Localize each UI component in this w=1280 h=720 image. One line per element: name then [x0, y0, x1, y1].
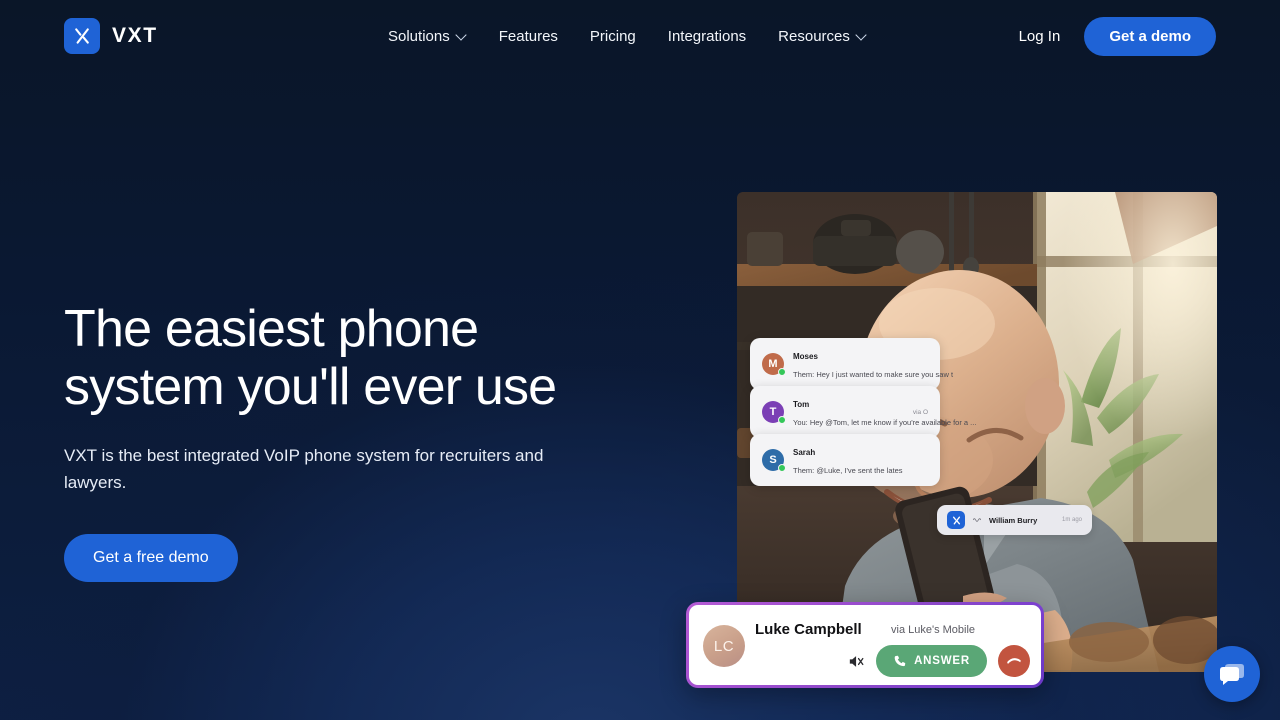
caller-via-label: via Luke's Mobile: [891, 624, 976, 636]
chat-message-preview: You: Hey @Tom, let me know if you're ava…: [793, 418, 977, 427]
incoming-call-body: LC Luke Campbell via Luke's Mobile ANSWE…: [689, 605, 1041, 685]
chevron-down-icon: [857, 30, 867, 40]
main-navigation: Solutions Features Pricing Integrations …: [388, 0, 883, 72]
chat-message-preview: Them: @Luke, I've sent the lates: [793, 466, 903, 475]
chat-text: Moses Them: Hey I just wanted to make su…: [793, 346, 953, 382]
x-logo-icon: [947, 511, 965, 529]
chat-preview-card[interactable]: T Tom You: Hey @Tom, let me know if you'…: [750, 386, 976, 438]
avatar-initial: T: [769, 406, 777, 418]
call-action-buttons: ANSWER: [847, 645, 1030, 677]
chat-preview-card[interactable]: S Sarah Them: @Luke, I've sent the lates: [750, 434, 940, 486]
notification-card[interactable]: William Burry 1m ago: [937, 505, 1092, 535]
brand-name: VXT: [112, 24, 158, 47]
chat-channel-meta: via O: [912, 408, 928, 416]
phone-icon: [894, 655, 906, 667]
chevron-down-icon: [457, 30, 467, 40]
chat-text: Sarah Them: @Luke, I've sent the lates: [793, 442, 928, 478]
wave-icon: [973, 518, 981, 522]
caller-name: Luke Campbell: [755, 621, 862, 638]
nav-item-features[interactable]: Features: [483, 20, 574, 53]
nav-label: Integrations: [667, 27, 747, 45]
nav-label: Solutions: [388, 27, 450, 45]
chat-text: Tom You: Hey @Tom, let me know if you're…: [793, 394, 976, 430]
chat-contact-name: Moses: [793, 352, 818, 361]
chat-contact-name: Tom: [793, 400, 810, 409]
get-a-free-demo-button[interactable]: Get a free demo: [64, 534, 238, 582]
chat-contact-name: Sarah: [793, 448, 816, 457]
avatar-initials: LC: [713, 637, 735, 655]
chat-message-preview: Them: Hey I just wanted to make sure you…: [793, 370, 954, 379]
phone-hangup-icon: [1007, 658, 1021, 665]
nav-label: Features: [498, 27, 558, 45]
incoming-call-card: LC Luke Campbell via Luke's Mobile ANSWE…: [686, 602, 1044, 688]
avatar-initial: M: [768, 358, 778, 370]
nav-item-solutions[interactable]: Solutions: [388, 20, 483, 53]
header-actions: Log In Get a demo: [1019, 0, 1216, 72]
answer-call-button[interactable]: ANSWER: [876, 645, 987, 677]
login-link[interactable]: Log In: [1019, 28, 1061, 45]
brand-logo-link[interactable]: VXT: [64, 18, 158, 54]
nav-item-integrations[interactable]: Integrations: [652, 20, 762, 53]
page-title: The easiest phone system you'll ever use: [64, 300, 557, 416]
nav-label: Pricing: [589, 27, 636, 45]
chat-preview-card[interactable]: M Moses Them: Hey I just wanted to make …: [750, 338, 953, 390]
online-status-dot: [778, 464, 786, 472]
decline-call-button[interactable]: [998, 645, 1030, 677]
answer-label: ANSWER: [914, 655, 970, 667]
mute-icon[interactable]: [847, 652, 865, 670]
caller-avatar: LC: [703, 625, 745, 667]
get-a-demo-button[interactable]: Get a demo: [1084, 16, 1216, 56]
avatar: S: [762, 449, 786, 472]
avatar: M: [762, 353, 786, 376]
hero-section: The easiest phone system you'll ever use…: [64, 300, 684, 582]
online-status-dot: [778, 368, 786, 376]
site-header: VXT Solutions Features Pricing Integrati…: [0, 0, 1280, 72]
notification-timestamp: 1m ago: [1061, 517, 1082, 523]
avatar-initial: S: [769, 454, 777, 466]
online-status-dot: [778, 416, 786, 424]
chat-bubbles-icon[interactable]: [1204, 646, 1260, 702]
x-logo-icon: [64, 18, 100, 54]
hero-subtitle: VXT is the best integrated VoIP phone sy…: [64, 446, 544, 492]
nav-label: Resources: [778, 27, 850, 45]
avatar: T: [762, 401, 786, 424]
nav-item-pricing[interactable]: Pricing: [574, 20, 652, 53]
notification-title: William Burry: [989, 515, 1038, 525]
nav-item-resources[interactable]: Resources: [762, 20, 883, 53]
